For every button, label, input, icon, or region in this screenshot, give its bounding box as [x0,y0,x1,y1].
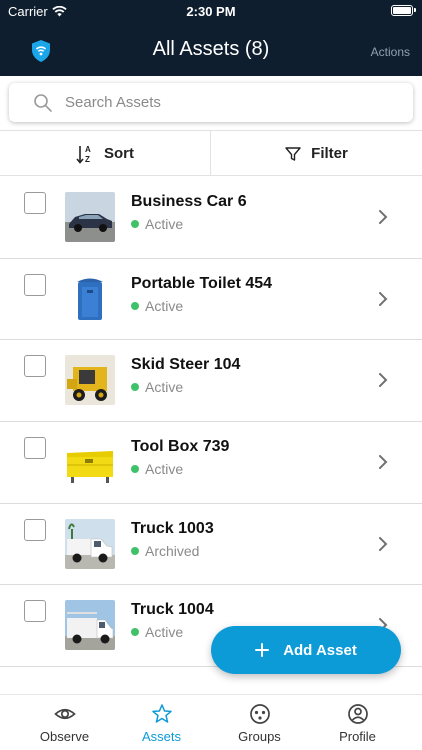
status-label: Archived [145,542,200,559]
select-checkbox[interactable] [24,437,46,460]
battery-icon [391,5,416,16]
status-label: Active [145,624,184,641]
asset-name: Truck 1004 [131,601,214,619]
asset-status: Active [131,461,183,477]
actions-button[interactable]: Actions [371,45,410,59]
select-checkbox[interactable] [24,273,46,296]
asset-name: Business Car 6 [131,193,247,210]
status-dot [131,465,139,474]
truck-thumbnail [65,518,115,569]
sort-az-icon: A Z [76,145,91,164]
select-checkbox[interactable] [24,600,46,623]
tool-box-thumbnail [65,437,115,488]
chevron-right-icon [379,536,388,551]
car-thumbnail [65,192,115,242]
asset-status: Active [131,216,183,232]
profile-icon [347,704,368,724]
svg-text:Z: Z [85,155,90,164]
search-bar [9,83,413,122]
tab-observe[interactable]: Observe [12,703,117,744]
bottom-tab-bar: Observe Assets Groups Profile [0,694,422,750]
asset-name: Truck 1003 [131,519,214,537]
eye-icon [53,708,76,720]
status-dot [131,220,139,228]
tab-groups[interactable]: Groups [207,703,312,744]
utility-truck-thumbnail [65,600,115,651]
status-bar: Carrier 2:30 PM [0,0,422,22]
asset-status: Active [131,379,183,395]
chevron-right-icon [379,210,388,224]
status-label: Active [145,461,184,478]
asset-status: Active [131,298,183,314]
asset-list: Business Car 6 Active Portable Toilet 45… [0,177,422,668]
asset-row[interactable]: Skid Steer 104 Active [0,340,422,423]
asset-name: Skid Steer 104 [131,356,241,374]
asset-row[interactable]: Tool Box 739 Active [0,422,422,504]
select-checkbox[interactable] [24,518,46,541]
status-time: 2:30 PM [186,4,236,19]
chevron-right-icon [379,455,388,470]
tab-label: Observe [39,729,90,744]
asset-status: Active [131,624,183,640]
status-dot [131,301,139,310]
asset-row[interactable]: Truck 1003 Archived [0,504,422,586]
status-dot [131,628,139,637]
asset-status: Archived [131,543,199,559]
plus-icon [255,643,270,657]
sort-label: Sort [104,145,134,162]
asset-row[interactable]: Business Car 6 Active [0,177,422,259]
add-asset-label: Add Asset [283,641,357,659]
tab-label: Groups [238,729,281,744]
skid-steer-thumbnail [65,355,115,406]
star-icon [151,704,172,723]
filter-icon [285,146,301,161]
asset-name: Portable Toilet 454 [131,274,273,292]
filter-label: Filter [311,145,348,162]
status-label: Active [145,297,184,314]
status-label: Active [145,379,184,396]
filter-button[interactable]: Filter [211,131,422,176]
groups-icon [249,704,270,724]
search-icon [34,94,52,112]
status-dot [131,383,139,392]
search-input[interactable] [65,83,405,122]
chevron-right-icon [379,373,388,388]
status-label: Active [145,216,184,232]
svg-text:A: A [85,145,91,154]
asset-name: Tool Box 739 [131,438,230,456]
tab-label: Profile [339,729,376,744]
tab-label: Assets [141,729,181,744]
page-title: All Assets (8) [152,38,270,60]
add-asset-button[interactable]: Add Asset [211,626,401,674]
select-checkbox[interactable] [24,192,46,214]
sort-button[interactable]: A Z Sort [0,131,211,176]
app-header: Carrier 2:30 PM All Assets (8) Actions [0,0,422,76]
portable-toilet-thumbnail [65,273,115,324]
sort-filter-bar: A Z Sort Filter [0,130,422,176]
tab-profile[interactable]: Profile [305,703,410,744]
select-checkbox[interactable] [24,355,46,378]
tab-assets[interactable]: Assets [109,703,214,744]
status-dot [131,546,139,555]
chevron-right-icon [379,291,388,306]
asset-row[interactable]: Portable Toilet 454 Active [0,259,422,341]
